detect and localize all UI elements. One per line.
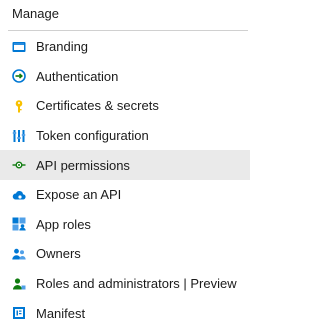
app-roles-icon [12, 217, 26, 231]
menu-item-label: API permissions [36, 157, 130, 173]
authentication-icon [12, 69, 26, 84]
owners-icon [12, 247, 26, 261]
menu-item-label: App roles [36, 216, 91, 232]
menu-item-expose-an-api[interactable]: Expose an API [0, 180, 250, 210]
manifest-icon [12, 306, 26, 320]
menu-item-label: Certificates & secrets [36, 98, 159, 114]
menu-item-label: Branding [36, 39, 89, 55]
menu-item-authentication[interactable]: Authentication [0, 62, 250, 92]
menu-item-label: Roles and administrators | Preview [36, 276, 237, 292]
menu-item-token-configuration[interactable]: Token configuration [0, 121, 250, 151]
menu-item-label: Owners [36, 246, 81, 262]
api-permissions-icon [12, 158, 26, 172]
menu-item-roles-and-administrators[interactable]: Roles and administrators | Preview [0, 269, 250, 299]
menu-item-label: Authentication [36, 68, 119, 84]
section-header: Manage [12, 6, 59, 21]
menu-item-app-roles[interactable]: App roles [0, 210, 250, 240]
section-divider [8, 30, 248, 31]
key-icon [12, 99, 26, 113]
menu-item-label: Manifest [36, 305, 86, 321]
menu-item-manifest[interactable]: Manifest [0, 298, 250, 328]
menu-item-api-permissions[interactable]: API permissions [0, 150, 250, 180]
menu-item-owners[interactable]: Owners [0, 239, 250, 269]
menu-item-label: Expose an API [36, 187, 122, 203]
cloud-icon [12, 188, 26, 202]
manage-panel: Manage Branding Authentication Certifica… [0, 0, 250, 331]
manage-menu: Branding Authentication Certificates & s… [0, 32, 250, 328]
menu-item-label: Token configuration [36, 128, 149, 144]
menu-item-certificates-secrets[interactable]: Certificates & secrets [0, 91, 250, 121]
menu-item-branding[interactable]: Branding [0, 32, 250, 62]
branding-icon [12, 40, 26, 54]
token-icon [12, 129, 26, 143]
roles-icon [12, 277, 26, 291]
